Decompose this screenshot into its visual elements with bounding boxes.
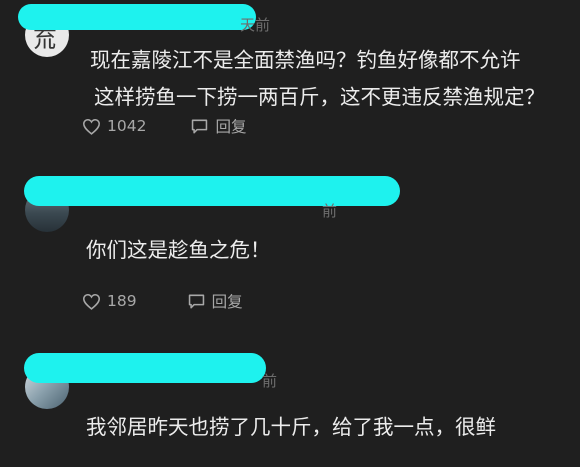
comment-time: 前 [322,202,338,220]
comment-actions: 1042 回复 [82,115,246,137]
like-button[interactable]: 189 [82,292,137,310]
speech-bubble-icon [192,119,208,133]
reply-label: 回复 [211,293,243,311]
reply-button[interactable]: 回复 [190,115,246,137]
username-redaction [18,4,256,30]
username-redaction [24,176,400,206]
heart-outline-icon [82,118,101,135]
comment-actions: 189 回复 [82,290,243,312]
comment-text-line: 你们这是趁鱼之危！ [86,238,271,262]
comment-text-line: 我邻居昨天也捞了几十斤，给了我一点，很鲜 [86,415,496,439]
comment-text-line: 现在嘉陵江不是全面禁渔吗？钓鱼好像都不允许 [90,48,521,72]
comment-time: 前 [262,372,278,390]
like-count: 189 [107,292,137,310]
speech-bubble-icon [188,294,204,308]
username-redaction [24,353,266,383]
like-count: 1042 [107,117,147,135]
heart-outline-icon [82,293,101,310]
reply-label: 回复 [215,118,247,136]
comment-text-line: 这样捞鱼一下捞一两百斤，这不更违反禁渔规定？ [94,85,545,109]
like-button[interactable]: 1042 [82,117,146,135]
comment-time: 天前 [240,16,271,34]
reply-button[interactable]: 回复 [187,290,243,312]
comment-feed: 㐬 天前 现在嘉陵江不是全面禁渔吗？钓鱼好像都不允许 这样捞鱼一下捞一两百斤，这… [0,0,580,467]
